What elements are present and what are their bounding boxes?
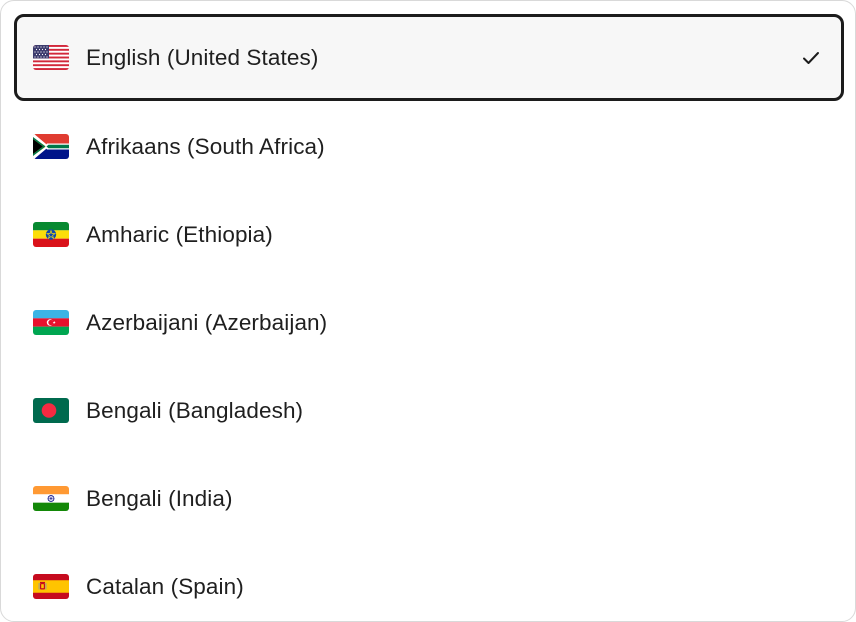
language-option-amharic-et[interactable]: Amharic (Ethiopia) — [14, 191, 844, 278]
flag-es-ct-icon — [33, 574, 69, 599]
language-option-label: English (United States) — [86, 44, 319, 70]
language-option-azerbaijani-az[interactable]: Azerbaijani (Azerbaijan) — [14, 279, 844, 366]
language-option-bengali-bd[interactable]: Bengali (Bangladesh) — [14, 367, 844, 454]
language-option-english-us[interactable]: English (United States) — [14, 14, 844, 101]
language-option-label: Catalan (Spain) — [86, 573, 244, 599]
flag-az-icon — [33, 310, 69, 335]
language-option-label: Bengali (India) — [86, 485, 233, 511]
flag-bd-icon — [33, 398, 69, 423]
flag-za-icon — [33, 134, 69, 159]
language-list: English (United States) Afrikaans (South… — [1, 1, 855, 621]
flag-us-icon — [33, 45, 69, 70]
language-option-label: Amharic (Ethiopia) — [86, 221, 273, 247]
language-option-label: Afrikaans (South Africa) — [86, 133, 325, 159]
language-option-bengali-in[interactable]: Bengali (India) — [14, 455, 844, 542]
language-option-catalan-es[interactable]: Catalan (Spain) — [14, 543, 844, 621]
checkmark-icon — [800, 47, 822, 69]
language-option-afrikaans-za[interactable]: Afrikaans (South Africa) — [14, 103, 844, 190]
flag-in-icon — [33, 486, 69, 511]
language-option-label: Azerbaijani (Azerbaijan) — [86, 309, 328, 335]
language-option-label: Bengali (Bangladesh) — [86, 397, 304, 423]
language-dropdown-panel: English (United States) Afrikaans (South… — [0, 0, 856, 622]
flag-et-icon — [33, 222, 69, 247]
